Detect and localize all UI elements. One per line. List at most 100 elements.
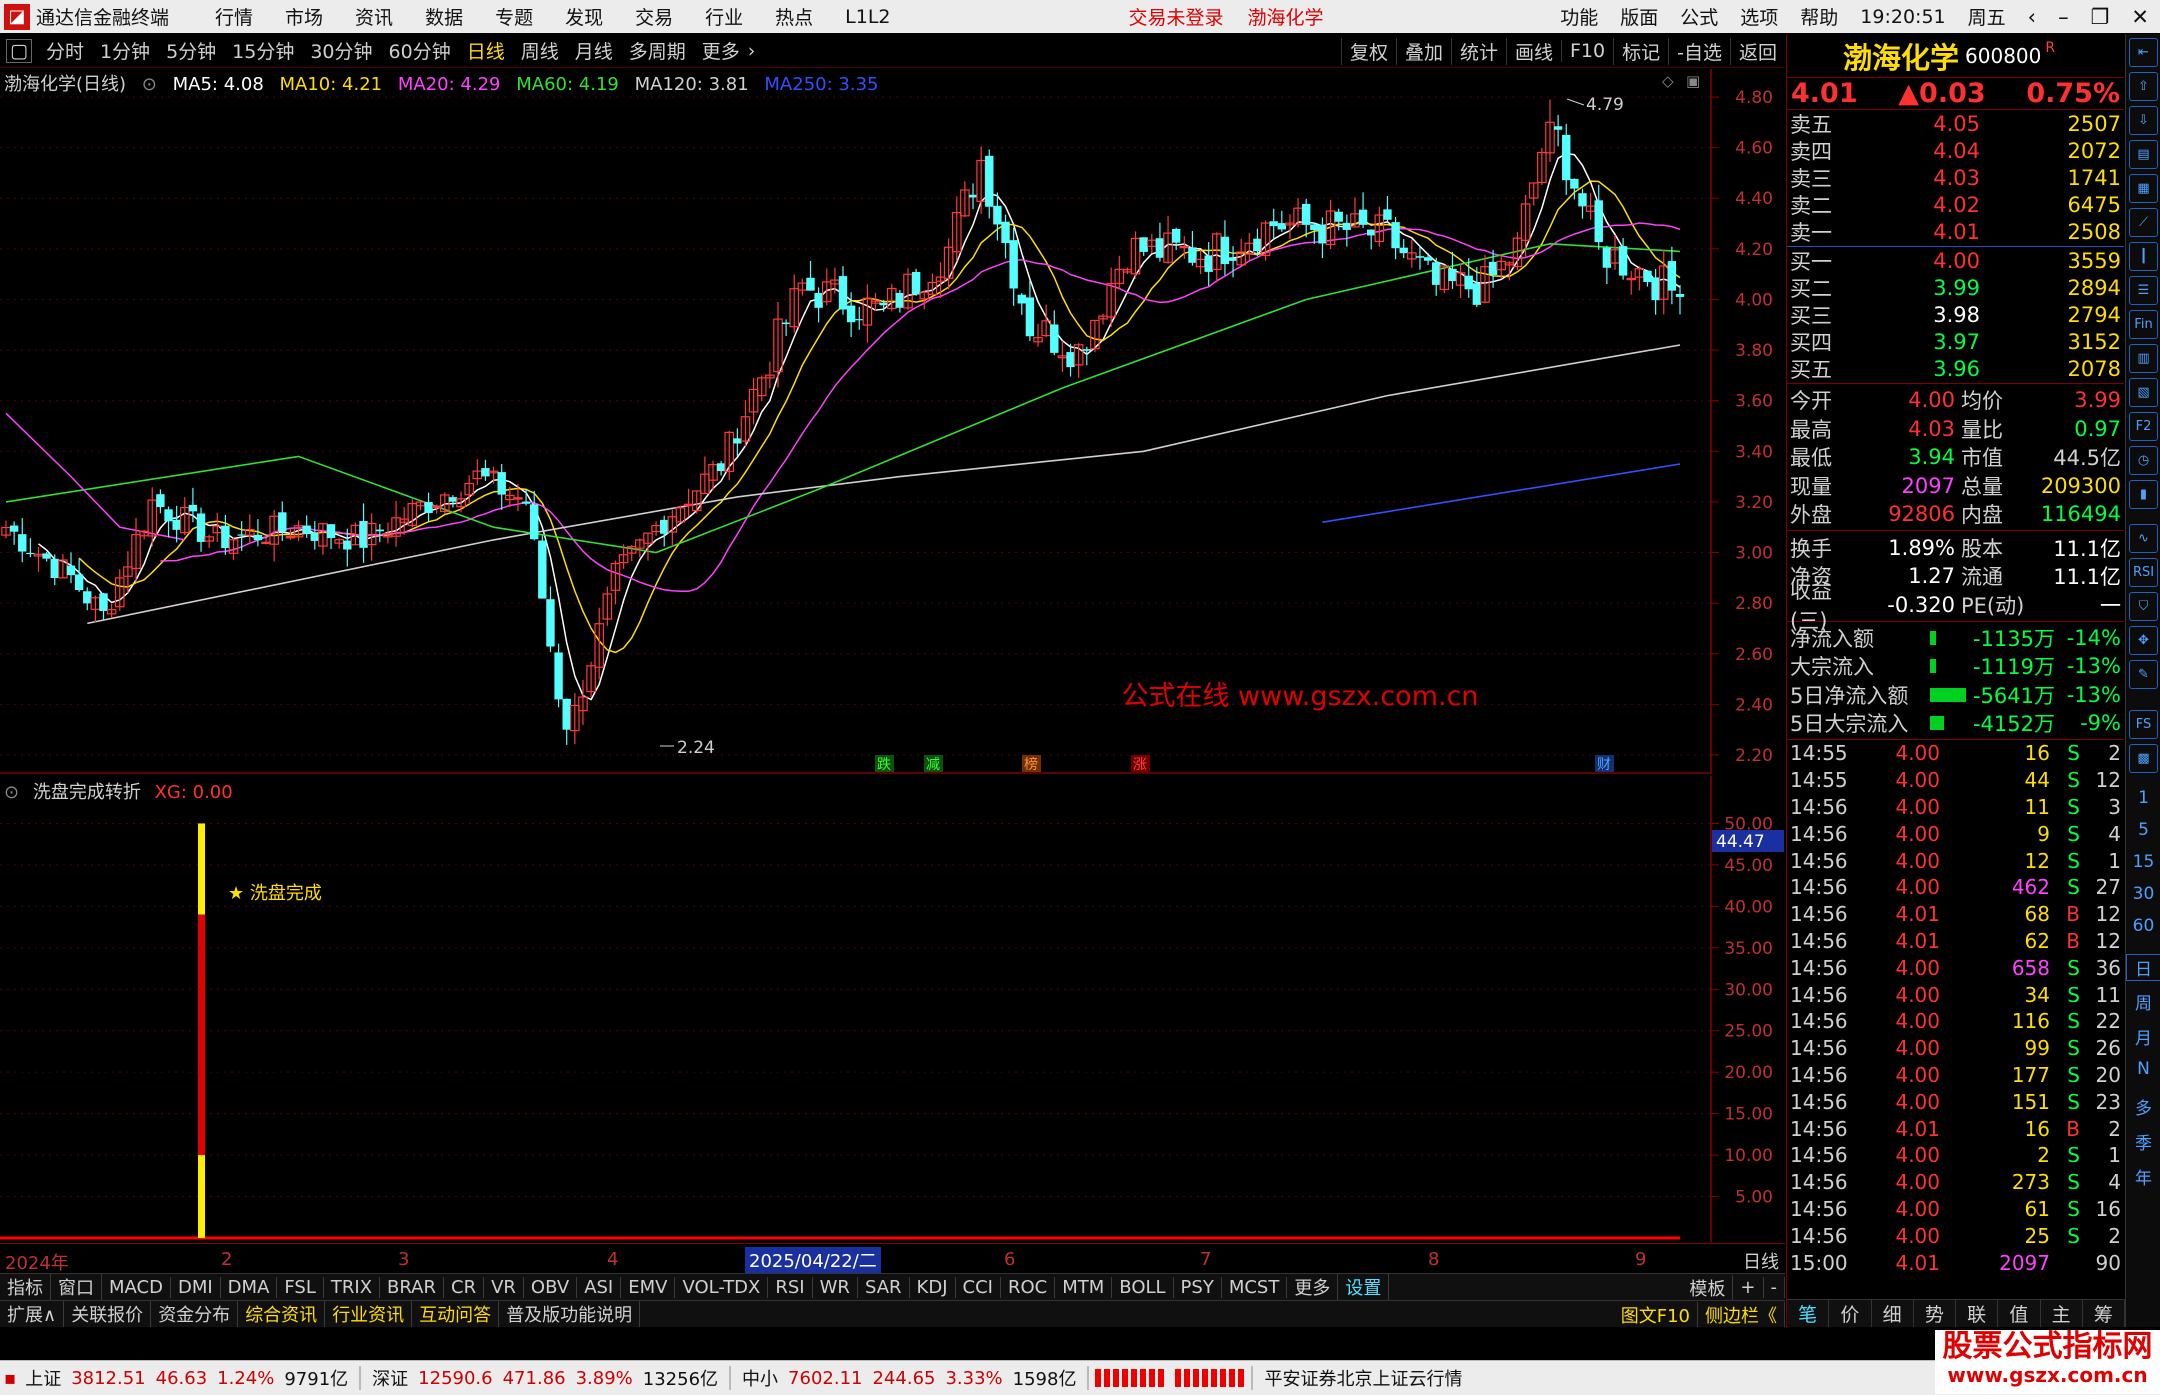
- ask-row[interactable]: 卖二 4.02 6475: [1787, 192, 2124, 219]
- ind-tab-cci[interactable]: CCI: [956, 1276, 1001, 1298]
- list-icon[interactable]: ☰: [2129, 276, 2158, 305]
- ind-tab-indicator[interactable]: 指标: [0, 1274, 51, 1300]
- fin-icon[interactable]: Fin: [2129, 310, 2158, 339]
- pen-icon[interactable]: ✎: [2129, 660, 2158, 689]
- period-intraday[interactable]: 分时: [38, 37, 92, 64]
- qp-tab-trend[interactable]: 势: [1914, 1300, 1956, 1327]
- indicator-chart[interactable]: 50.0045.0040.0035.0030.0025.0020.0015.00…: [0, 776, 1785, 1242]
- menu-quotes[interactable]: 行情: [199, 3, 269, 30]
- candlestick-chart[interactable]: 4.80 4.60 4.40 4.20 4.00 3.80 3.60 3.40 3.20 3.00…: [0, 69, 1785, 774]
- indicator-title[interactable]: 洗盘完成转折: [33, 782, 141, 803]
- bottom-tab-industry-news[interactable]: 行业资讯: [325, 1301, 413, 1327]
- menu-layout[interactable]: 版面: [1609, 3, 1669, 30]
- bid-row[interactable]: 买二 3.99 2894: [1787, 274, 2124, 301]
- tool-mark[interactable]: 标记: [1613, 37, 1668, 65]
- login-status[interactable]: 交易未登录: [1117, 3, 1236, 30]
- period-daily[interactable]: 日线: [459, 37, 513, 64]
- ind-tab-dma[interactable]: DMA: [221, 1276, 278, 1298]
- sidebar-period-quarter[interactable]: 季: [2126, 1129, 2160, 1154]
- f2-icon[interactable]: F2: [2129, 412, 2158, 441]
- bottom-tab-feature-guide[interactable]: 普及版功能说明: [499, 1301, 641, 1327]
- wave-icon[interactable]: ∿: [2129, 524, 2158, 553]
- period-monthly[interactable]: 月线: [567, 37, 621, 64]
- ind-tab-settings[interactable]: 设置: [1338, 1274, 1390, 1300]
- ask-row[interactable]: 卖五 4.05 2507: [1787, 110, 2124, 137]
- tool-draw[interactable]: 画线: [1505, 37, 1561, 65]
- event-tag-up[interactable]: 涨: [1133, 757, 1147, 773]
- arrow-up-icon[interactable]: ⇧: [2129, 72, 2158, 101]
- ind-tab-macd[interactable]: MACD: [102, 1276, 171, 1298]
- qp-tab-trades[interactable]: 笔: [1787, 1300, 1830, 1327]
- ind-tab-vr[interactable]: VR: [484, 1276, 524, 1298]
- period-weekly[interactable]: 周线: [513, 37, 567, 64]
- ind-tab-obv[interactable]: OBV: [524, 1276, 578, 1298]
- menu-data[interactable]: 数据: [409, 3, 479, 30]
- qp-tab-main[interactable]: 主: [2041, 1300, 2083, 1327]
- ind-tab-vol-tdx[interactable]: VOL-TDX: [675, 1276, 769, 1298]
- chevron-right-icon[interactable]: ›: [748, 40, 756, 62]
- shield-icon[interactable]: ⛉: [2129, 592, 2158, 621]
- close-icon[interactable]: ✕: [2120, 5, 2160, 29]
- ind-tab-asi[interactable]: ASI: [577, 1276, 622, 1298]
- grid-icon[interactable]: ▦: [2129, 174, 2158, 203]
- ind-tab-kdj[interactable]: KDJ: [910, 1276, 956, 1298]
- menu-trade[interactable]: 交易: [619, 3, 689, 30]
- sidebar-period-n[interactable]: N: [2126, 1059, 2160, 1079]
- period-5min[interactable]: 5分钟: [158, 37, 224, 64]
- ind-tab-window[interactable]: 窗口: [51, 1274, 102, 1300]
- fs-icon[interactable]: FS: [2129, 710, 2158, 739]
- broker-server[interactable]: 平安证券北京上证云行情: [1259, 1365, 1467, 1391]
- bid-row[interactable]: 买四 3.97 3152: [1787, 329, 2124, 356]
- event-tag-down[interactable]: 跌: [877, 757, 891, 773]
- menu-discover[interactable]: 发现: [549, 3, 619, 30]
- sme-index-name[interactable]: 中小: [737, 1365, 783, 1391]
- sidebar-period-month[interactable]: 月: [2126, 1024, 2160, 1049]
- qp-tab-chips[interactable]: 筹: [2083, 1300, 2125, 1327]
- candle-icon[interactable]: ┃: [2129, 242, 2158, 271]
- ind-template-button[interactable]: 模板: [1682, 1274, 1734, 1300]
- ind-tab-rsi[interactable]: RSI: [768, 1276, 813, 1298]
- sidebar-period-15[interactable]: 15: [2126, 852, 2160, 872]
- ind-tab-dmi[interactable]: DMI: [171, 1276, 221, 1298]
- menu-hot[interactable]: 热点: [759, 3, 829, 30]
- bid-row[interactable]: 买三 3.98 2794: [1787, 301, 2124, 328]
- tick-list[interactable]: 14:55 4.00 16 S 2 14:55 4.00 44 S 12 14:56 4.00 11 S 3…: [1787, 740, 2124, 1276]
- menu-help[interactable]: 帮助: [1789, 3, 1849, 30]
- qp-tab-price[interactable]: 价: [1829, 1300, 1872, 1327]
- tool-adjust[interactable]: 复权: [1340, 37, 1396, 65]
- period-more[interactable]: 更多: [694, 37, 748, 64]
- qp-tab-detail[interactable]: 细: [1872, 1300, 1914, 1327]
- sh-index-name[interactable]: 上证: [20, 1365, 66, 1391]
- sz-index-name[interactable]: 深证: [367, 1365, 413, 1391]
- bid-row[interactable]: 买五 3.96 2078: [1787, 356, 2124, 383]
- menu-industry[interactable]: 行业: [689, 3, 759, 30]
- bottom-tab-expand[interactable]: 扩展∧: [0, 1301, 65, 1327]
- sidebar-period-multi[interactable]: 多: [2126, 1094, 2160, 1119]
- period-1min[interactable]: 1分钟: [92, 37, 158, 64]
- bottom-tab-related-quotes[interactable]: 关联报价: [64, 1301, 152, 1327]
- arrow-down-icon[interactable]: ⇩: [2129, 106, 2158, 135]
- settings-circle-icon[interactable]: ⊙: [142, 74, 157, 95]
- sidebar-toggle-button[interactable]: 侧边栏《: [1698, 1301, 1785, 1327]
- bottom-tab-qa[interactable]: 互动问答: [412, 1301, 500, 1327]
- event-tag-list[interactable]: 榜: [1024, 756, 1038, 773]
- minimize-icon[interactable]: –: [2047, 5, 2080, 29]
- sidebar-period-day[interactable]: 日: [2126, 954, 2160, 981]
- indicator-settings-icon[interactable]: ⊙: [4, 782, 19, 803]
- period-multi[interactable]: 多周期: [621, 37, 694, 64]
- ind-tab-brar[interactable]: BRAR: [380, 1276, 444, 1298]
- tool-overlay[interactable]: 叠加: [1395, 37, 1451, 65]
- tool-f10[interactable]: F10: [1561, 40, 1613, 62]
- ind-tab-cr[interactable]: CR: [444, 1276, 485, 1298]
- ind-tab-roc[interactable]: ROC: [1001, 1276, 1056, 1298]
- ind-add-button[interactable]: +: [1733, 1277, 1764, 1298]
- sidebar-period-year[interactable]: 年: [2126, 1164, 2160, 1189]
- ind-tab-mcst[interactable]: MCST: [1222, 1276, 1288, 1298]
- ind-tab-trix[interactable]: TRIX: [324, 1276, 381, 1298]
- sidebar-period-5[interactable]: 5: [2126, 820, 2160, 840]
- qp-tab-related[interactable]: 联: [1956, 1300, 1999, 1327]
- tool-back[interactable]: 返回: [1729, 37, 1785, 65]
- rsi-icon[interactable]: RSI: [2129, 558, 2158, 587]
- event-tag-reduce[interactable]: 减: [926, 757, 940, 773]
- menu-l1l2[interactable]: L1L2: [829, 6, 906, 28]
